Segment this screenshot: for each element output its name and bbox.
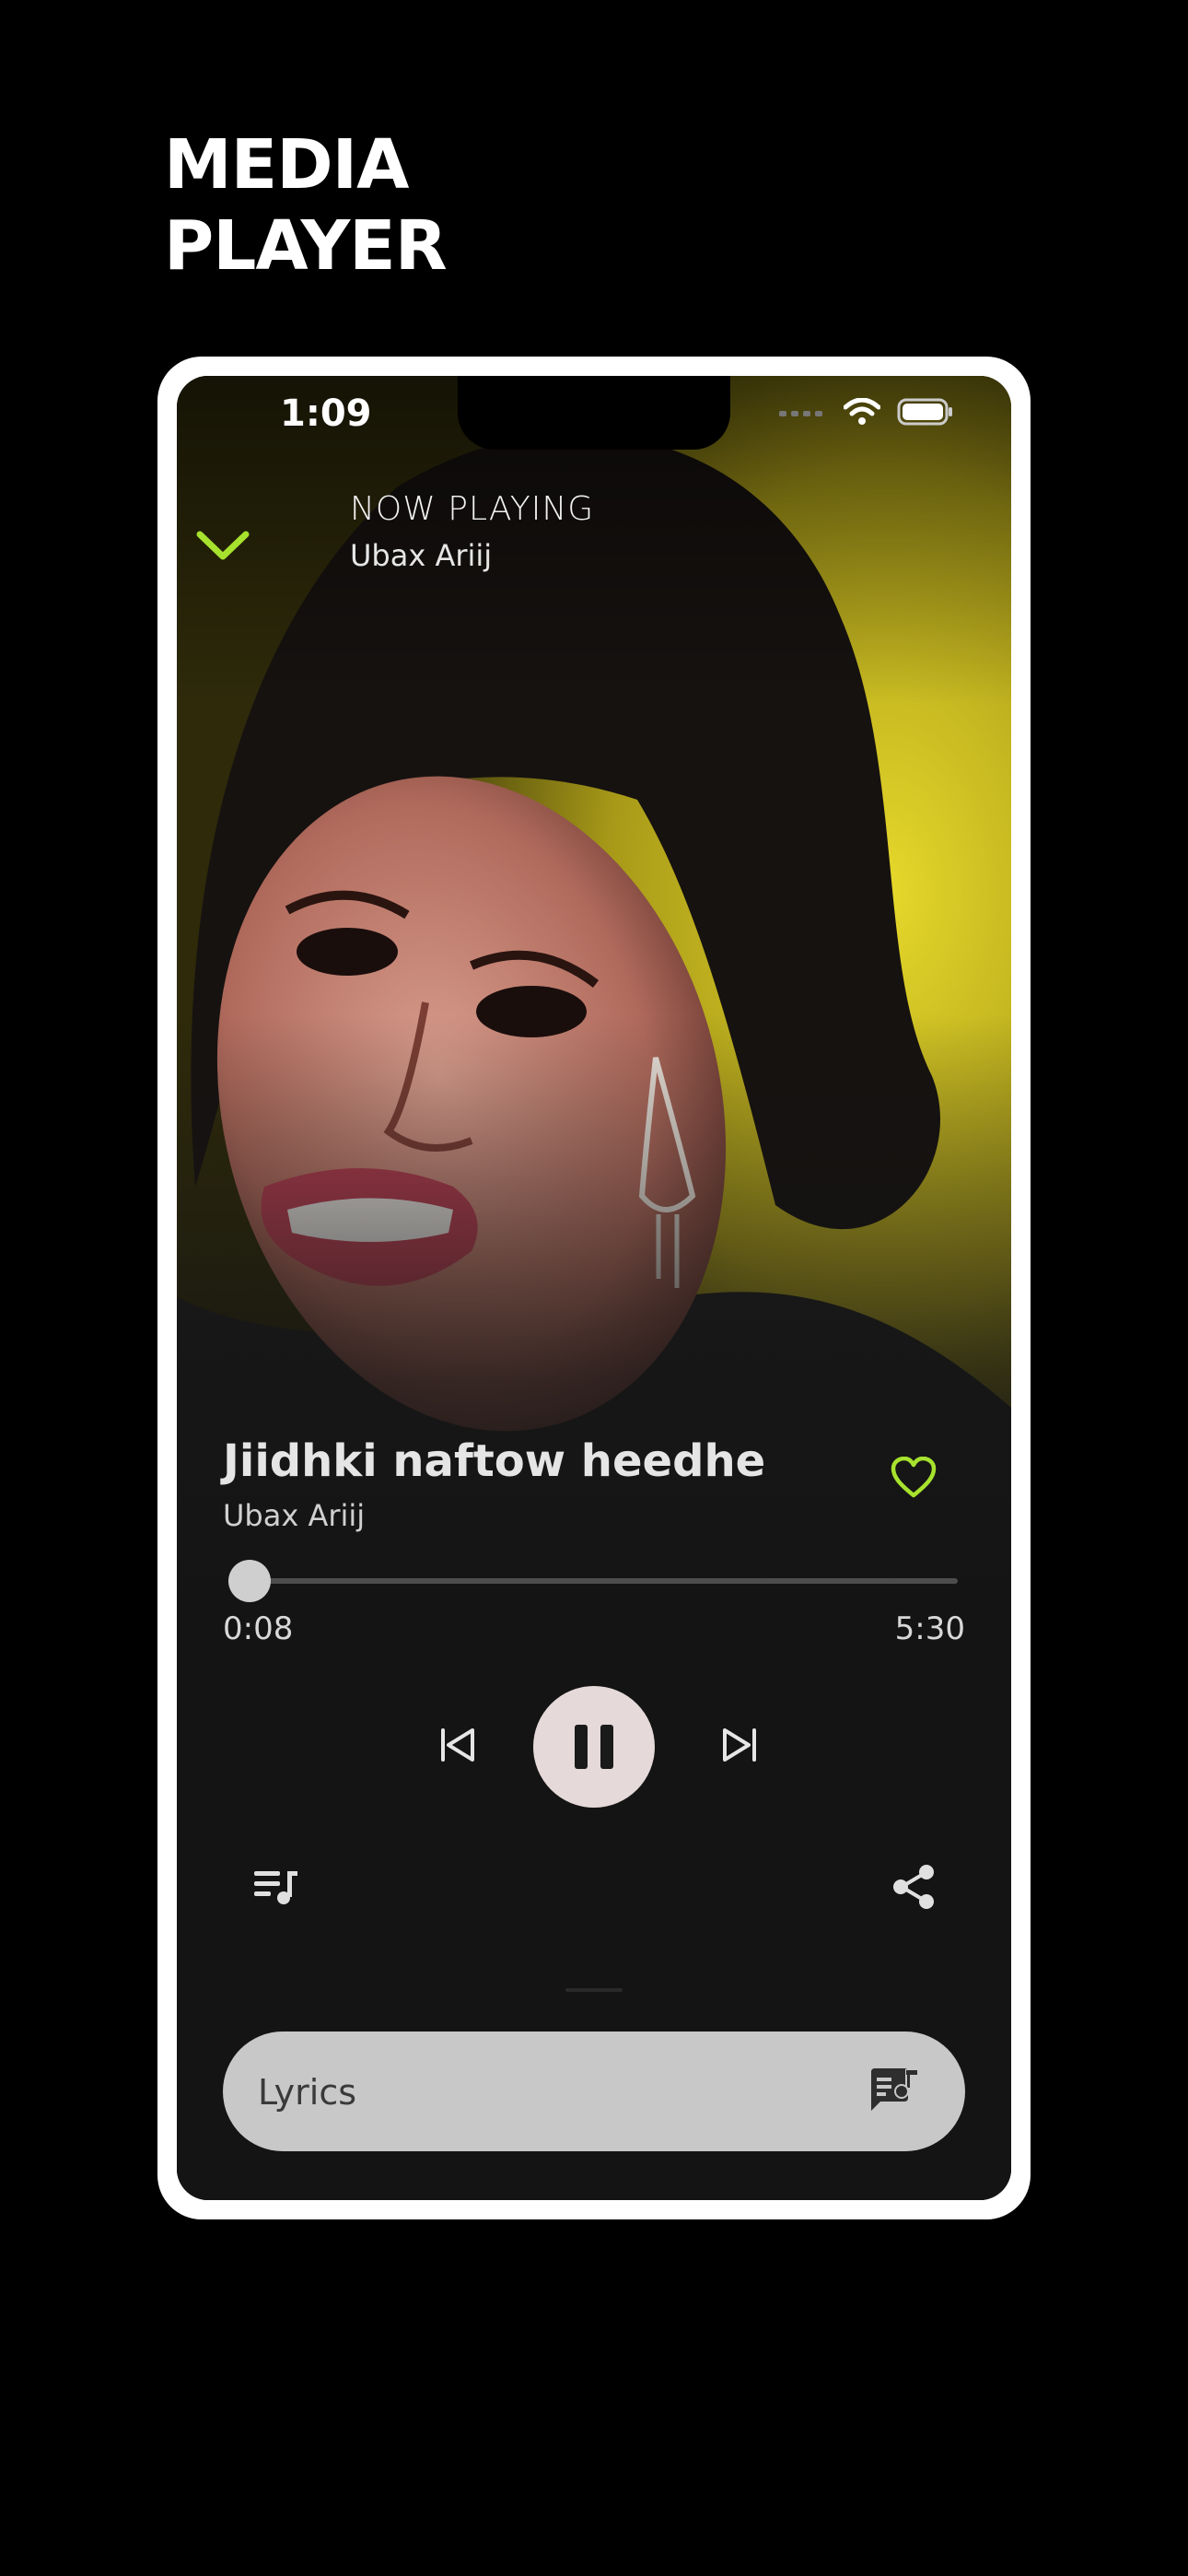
- play-pause-button[interactable]: [533, 1686, 655, 1808]
- elapsed-time: 0:08: [223, 1610, 294, 1647]
- now-playing-label: NOW PLAYING: [350, 490, 595, 528]
- lyrics-label: Lyrics: [258, 2072, 357, 2113]
- chevron-down-icon: [196, 531, 250, 560]
- song-title: Jiidhki naftow heedhe: [223, 1435, 766, 1487]
- progress-slider[interactable]: [227, 1560, 958, 1602]
- album-artwork: [177, 376, 1011, 2200]
- heart-icon: [891, 1457, 937, 1498]
- share-button[interactable]: [886, 1859, 941, 1914]
- skip-next-icon: [723, 1728, 756, 1762]
- page-heading-line-1: MEDIA: [164, 125, 409, 205]
- lyrics-icon: [871, 2068, 917, 2111]
- drag-handle[interactable]: [565, 1988, 623, 1992]
- dynamic-island: [458, 376, 730, 450]
- now-playing-artist: Ubax Ariij: [350, 538, 493, 573]
- phone-frame: 1:09 NOW PLAYING Ubax Ariij Jiidhki naft…: [157, 357, 1031, 2219]
- favorite-button[interactable]: [886, 1450, 941, 1505]
- status-bar-time: 1:09: [280, 392, 372, 435]
- wifi-icon: [844, 398, 880, 425]
- share-icon: [893, 1865, 934, 1909]
- lyrics-button[interactable]: Lyrics: [223, 2032, 965, 2151]
- player-screen: 1:09 NOW PLAYING Ubax Ariij Jiidhki naft…: [177, 376, 1011, 2200]
- progress-thumb[interactable]: [227, 1560, 271, 1602]
- signal-icon: [779, 411, 822, 416]
- next-track-button[interactable]: [712, 1717, 767, 1773]
- skip-previous-icon: [441, 1728, 474, 1762]
- status-bar-icons: [779, 398, 954, 426]
- battery-icon: [897, 398, 952, 426]
- previous-track-button[interactable]: [430, 1717, 485, 1773]
- collapse-button[interactable]: [190, 512, 256, 579]
- page-heading-line-2: PLAYER: [164, 206, 448, 286]
- queue-music-icon: [254, 1871, 297, 1904]
- pause-icon: [575, 1725, 613, 1769]
- song-artist: Ubax Ariij: [223, 1498, 366, 1533]
- queue-button[interactable]: [249, 1859, 304, 1914]
- total-duration: 5:30: [894, 1610, 965, 1647]
- page-heading: MEDIA PLAYER: [164, 124, 448, 287]
